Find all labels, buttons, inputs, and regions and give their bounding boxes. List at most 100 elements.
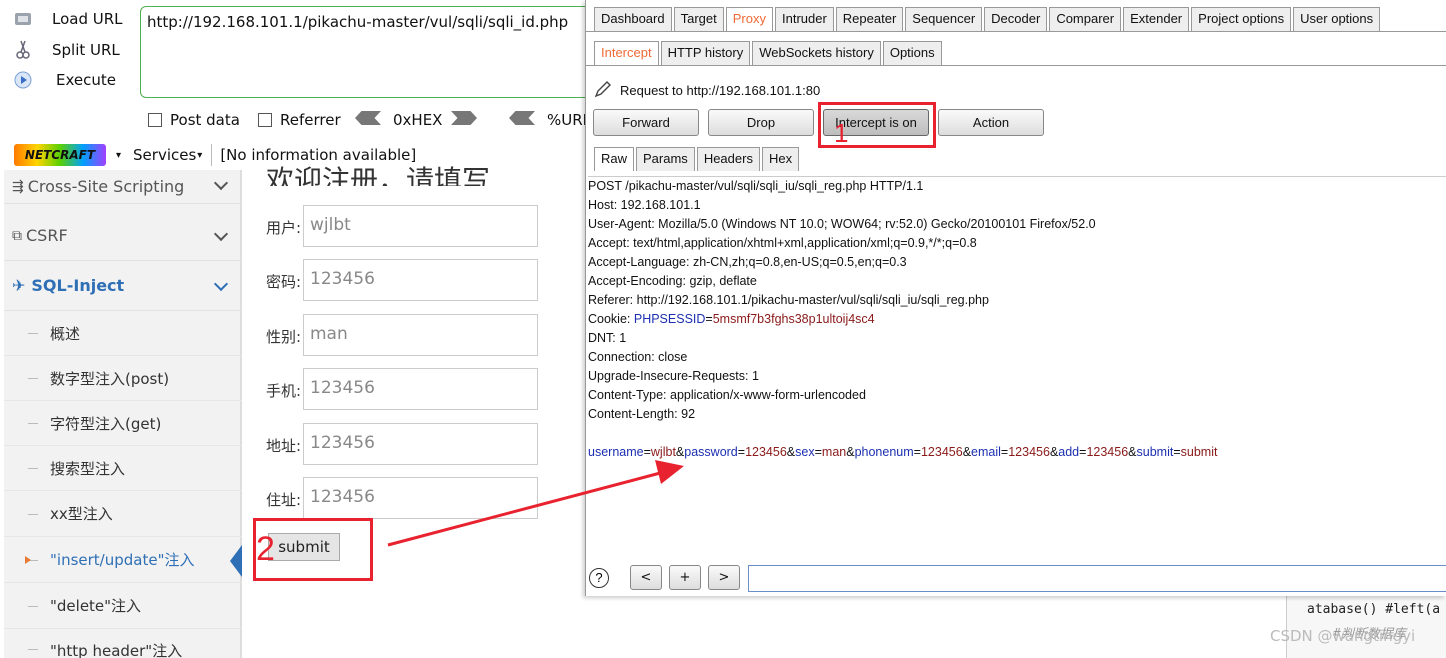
sidebar-item-sqli[interactable]: ✈ SQL-Inject xyxy=(4,261,242,311)
hex-decode-arrow-icon[interactable] xyxy=(355,111,381,125)
param-value: man xyxy=(821,445,847,459)
add-button[interactable]: + xyxy=(669,565,701,590)
request-target: Request to http://192.168.101.1:80 xyxy=(594,80,820,101)
sidebar-item-label: CSRF xyxy=(26,226,68,245)
field-label: 密码: xyxy=(266,273,302,291)
next-button[interactable]: > xyxy=(708,565,740,590)
sidebar-subitem[interactable]: 数字型注入(post) xyxy=(4,356,242,401)
sidebar-subitem[interactable]: xx型注入 xyxy=(4,491,242,537)
post-data-checkbox[interactable]: Post data xyxy=(148,111,240,129)
sidebar-subitem[interactable]: 字符型注入(get) xyxy=(4,401,242,446)
tab-options[interactable]: Options xyxy=(882,41,942,65)
netcraft-logo[interactable]: NETCRAFT xyxy=(14,144,106,166)
checkbox-box[interactable] xyxy=(148,113,162,127)
sidebar-subitem-active[interactable]: "insert/update"注入 xyxy=(4,537,242,583)
tab-http-history[interactable]: HTTP history xyxy=(660,41,751,65)
load-url-label: Load URL xyxy=(52,10,123,28)
request-line: Host: 192.168.101.1 xyxy=(588,198,701,212)
tab-extender[interactable]: Extender xyxy=(1123,7,1190,31)
sidebar-item-csrf[interactable]: ⧉ CSRF xyxy=(4,211,242,261)
active-caret-icon xyxy=(25,556,31,564)
help-icon[interactable]: ? xyxy=(589,568,609,588)
divider xyxy=(586,31,1446,32)
username-field[interactable]: wjlbt xyxy=(303,205,538,247)
body-params-line: username=wjlbt&password=123456&sex=man&p… xyxy=(588,445,1218,459)
sidebar-item-xss[interactable]: ⇶ Cross-Site Scripting xyxy=(4,170,242,204)
tab-raw[interactable]: Raw xyxy=(594,147,635,171)
param-value: submit xyxy=(1180,445,1218,459)
param-value: 123456 xyxy=(920,445,963,459)
tab-hex[interactable]: Hex xyxy=(761,147,800,171)
tab-dashboard[interactable]: Dashboard xyxy=(594,7,672,31)
active-pointer-icon xyxy=(230,545,242,577)
burp-window: Dashboard Target Proxy Intruder Repeater… xyxy=(585,0,1446,596)
tab-project-options[interactable]: Project options xyxy=(1191,7,1292,31)
load-url-button[interactable]: Load URL xyxy=(14,10,123,28)
services-menu[interactable]: Services xyxy=(133,146,196,164)
sidebar-subitem[interactable]: 搜索型注入 xyxy=(4,446,242,491)
request-line: Upgrade-Insecure-Requests: 1 xyxy=(588,369,759,383)
tab-params[interactable]: Params xyxy=(636,147,695,171)
drop-button[interactable]: Drop xyxy=(708,109,814,136)
tab-intercept[interactable]: Intercept xyxy=(594,41,659,65)
code-line: atabase() #left(a xyxy=(1307,602,1441,617)
action-button[interactable]: Action xyxy=(938,109,1044,136)
field-label: 手机: xyxy=(266,382,302,400)
hex-encode-arrow-icon[interactable] xyxy=(451,111,477,125)
url-decode-arrow-icon[interactable] xyxy=(509,111,535,125)
param-key: password xyxy=(684,445,738,459)
forward-button[interactable]: Forward xyxy=(593,109,699,136)
param-value: wjlbt xyxy=(650,445,676,459)
url-textarea[interactable]: http://192.168.101.1/pikachu-master/vul/… xyxy=(140,6,610,98)
residence-field[interactable]: 123456 xyxy=(303,477,538,519)
phone-field[interactable]: 123456 xyxy=(303,368,538,410)
tab-repeater[interactable]: Repeater xyxy=(835,7,904,31)
tab-websockets-history[interactable]: WebSockets history xyxy=(752,41,881,65)
referrer-checkbox[interactable]: Referrer xyxy=(258,111,341,129)
request-line: Content-Type: application/x-www-form-url… xyxy=(588,388,866,402)
tab-user-options[interactable]: User options xyxy=(1293,7,1381,31)
watermark: CSDN @wangtingyi xyxy=(1270,627,1416,645)
address-field[interactable]: 123456 xyxy=(303,423,538,465)
raw-request-editor[interactable]: POST /pikachu-master/vul/sqli/sqli_iu/sq… xyxy=(588,176,1446,560)
prev-button[interactable]: < xyxy=(630,565,662,590)
post-data-label: Post data xyxy=(170,111,240,129)
chevron-down-icon xyxy=(213,175,229,191)
tab-target[interactable]: Target xyxy=(673,7,724,31)
tab-sequencer[interactable]: Sequencer xyxy=(905,7,983,31)
request-line: Connection: close xyxy=(588,350,688,364)
cookie-line: Cookie: PHPSESSID=5msmf7b3fghs38p1ultoij… xyxy=(588,312,875,326)
tab-intruder[interactable]: Intruder xyxy=(774,7,834,31)
tab-proxy[interactable]: Proxy xyxy=(725,7,773,31)
tab-decoder[interactable]: Decoder xyxy=(984,7,1048,31)
sidebar-subitem[interactable]: "delete"注入 xyxy=(4,583,242,629)
request-line: Accept-Language: zh-CN,zh;q=0.8,en-US;q=… xyxy=(588,255,907,269)
load-url-icon xyxy=(14,10,32,28)
request-line: Referer: http://192.168.101.1/pikachu-ma… xyxy=(588,293,989,307)
chevron-down-icon[interactable]: ▾ xyxy=(116,150,121,161)
sex-field[interactable]: man xyxy=(303,314,538,356)
field-label: 用户: xyxy=(266,219,302,237)
annotation-number: 2 xyxy=(256,530,275,568)
view-tabs: Raw Params Headers Hex xyxy=(594,147,801,171)
sub-tabs: Intercept HTTP history WebSockets histor… xyxy=(594,41,944,65)
chevron-down-icon xyxy=(213,226,229,242)
split-url-button[interactable]: Split URL xyxy=(14,40,120,59)
tab-comparer[interactable]: Comparer xyxy=(1049,7,1122,31)
search-input[interactable] xyxy=(748,565,1446,592)
chevron-down-icon xyxy=(213,276,229,292)
param-value: 123456 xyxy=(1008,445,1050,459)
checkbox-box[interactable] xyxy=(258,113,272,127)
execute-button[interactable]: Execute xyxy=(14,71,116,89)
cookie-value: 5msmf7b3fghs38p1ultoij4sc4 xyxy=(712,312,875,326)
sidebar-subitem[interactable]: "http header"注入 xyxy=(4,629,242,658)
sidebar-subitem[interactable]: 概述 xyxy=(4,311,242,356)
password-field[interactable]: 123456 xyxy=(303,259,538,301)
request-line: DNT: 1 xyxy=(588,331,627,345)
request-line: POST /pikachu-master/vul/sqli/sqli_iu/sq… xyxy=(588,179,924,193)
divider xyxy=(586,65,1446,66)
sidebar: ⇶ Cross-Site Scripting ⧉ CSRF ✈ SQL-Inject … xyxy=(4,170,242,658)
tab-headers[interactable]: Headers xyxy=(696,147,760,171)
chevron-down-icon: ▾ xyxy=(197,149,203,161)
share-icon: ⧉ xyxy=(12,227,22,244)
